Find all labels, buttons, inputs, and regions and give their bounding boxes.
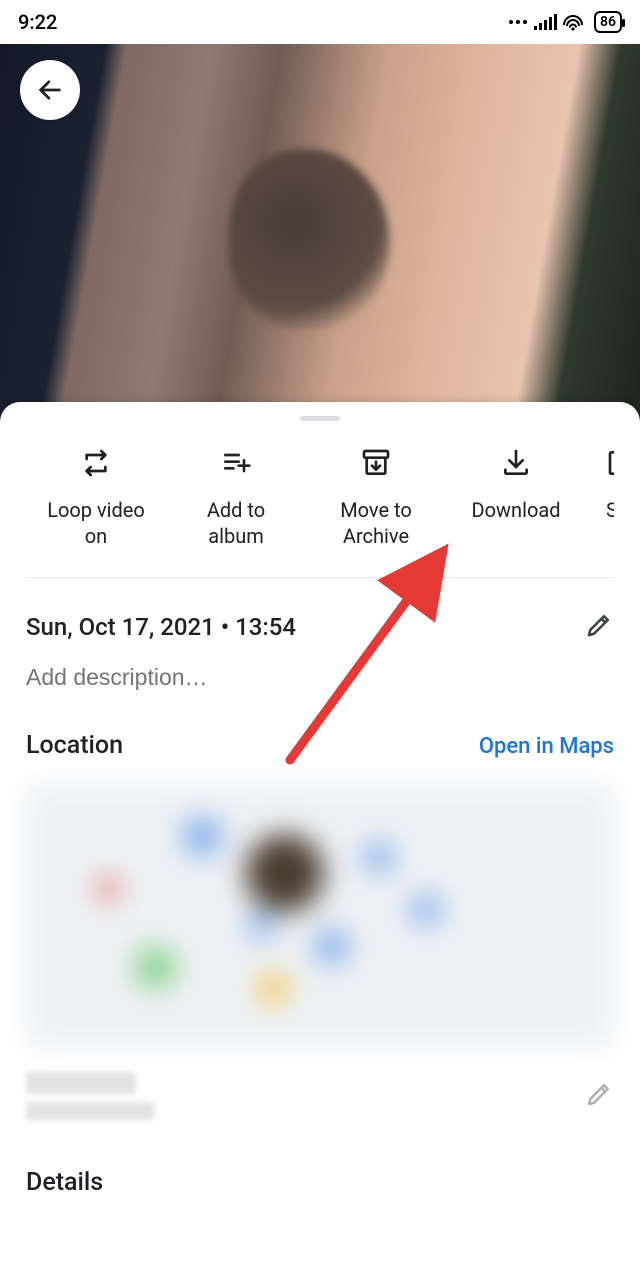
arrow-left-icon — [36, 76, 64, 104]
location-address — [26, 1072, 156, 1120]
action-move-to-archive[interactable]: Move to Archive — [306, 445, 446, 549]
open-in-maps-link[interactable]: Open in Maps — [479, 734, 614, 759]
edit-datetime-button[interactable] — [584, 610, 614, 644]
action-row: Loop video on Add to album Move to Archi… — [26, 437, 614, 578]
location-block: Location Open in Maps — [0, 691, 640, 1120]
action-label: Slides — [606, 497, 614, 523]
edit-location-button[interactable] — [584, 1079, 614, 1113]
photo-preview[interactable] — [0, 44, 640, 422]
status-network-icons — [508, 12, 586, 32]
status-time: 9:22 — [18, 10, 57, 34]
action-label: Download — [471, 497, 560, 523]
status-right: 86 — [508, 11, 622, 33]
details-block: Details — [0, 1120, 640, 1197]
meta-block: Sun, Oct 17, 2021 • 13:54 — [0, 578, 640, 691]
info-sheet: Loop video on Add to album Move to Archi… — [0, 402, 640, 1280]
pencil-icon — [584, 1079, 614, 1109]
action-add-to-album[interactable]: Add to album — [166, 445, 306, 549]
action-label: Move to Archive — [340, 497, 412, 549]
photo-datetime: Sun, Oct 17, 2021 • 13:54 — [26, 613, 296, 641]
loop-icon — [80, 445, 112, 481]
back-button[interactable] — [20, 60, 80, 120]
action-loop-video[interactable]: Loop video on — [26, 445, 166, 549]
details-heading: Details — [26, 1168, 103, 1197]
description-input[interactable] — [26, 664, 614, 691]
download-icon — [500, 445, 532, 481]
location-map[interactable] — [26, 784, 614, 1046]
slideshow-icon — [606, 445, 614, 481]
drag-handle[interactable] — [300, 416, 340, 421]
add-to-album-icon — [220, 445, 252, 481]
action-label: Add to album — [207, 497, 265, 549]
photo-image — [0, 44, 640, 422]
status-bar: 9:22 86 — [0, 0, 640, 44]
action-download[interactable]: Download — [446, 445, 586, 549]
action-label: Loop video on — [47, 497, 145, 549]
location-heading: Location — [26, 731, 123, 760]
action-slideshow[interactable]: Slides — [586, 445, 614, 549]
battery-icon: 86 — [594, 11, 622, 33]
archive-icon — [360, 445, 392, 481]
battery-level: 86 — [600, 14, 616, 30]
pencil-icon — [584, 610, 614, 640]
